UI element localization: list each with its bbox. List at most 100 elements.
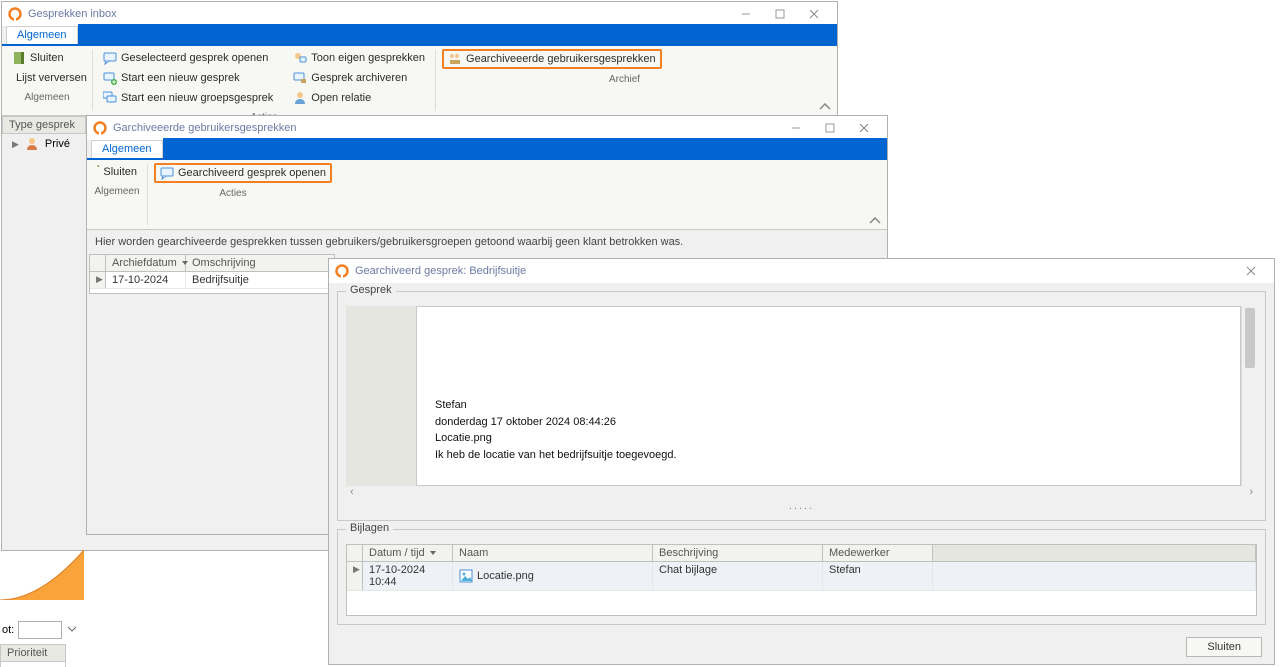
close-button[interactable] bbox=[847, 117, 881, 139]
column-header-prioriteit[interactable]: Prioriteit bbox=[0, 644, 66, 662]
group-label-archief: Archief bbox=[436, 72, 813, 88]
app-icon bbox=[93, 121, 107, 135]
gearchiveerde-gebruikersgesprekken-button[interactable]: Gearchiveeerde gebruikersgesprekken bbox=[442, 49, 662, 69]
label: Archiefdatum bbox=[112, 257, 177, 269]
column-header-beschrijving[interactable]: Beschrijving bbox=[653, 545, 823, 561]
label: Locatie.png bbox=[477, 570, 534, 582]
cell-datum-tijd: 17-10-2024 10:44 bbox=[363, 562, 453, 590]
sluiten-button[interactable]: Sluiten bbox=[8, 49, 86, 67]
chat-new-icon bbox=[103, 71, 117, 85]
decorative-arc bbox=[0, 550, 84, 600]
ribbon-tab-algemeen[interactable]: Algemeen bbox=[6, 26, 78, 44]
chat-open-icon bbox=[160, 166, 174, 180]
fieldset-bijlagen: Bijlagen Datum / tijd Naam Beschrijving … bbox=[337, 529, 1266, 625]
sidebar-item-prive[interactable]: ▶ Privé bbox=[2, 134, 86, 154]
sort-desc-icon bbox=[429, 549, 437, 557]
row-selector[interactable]: ▶ bbox=[347, 562, 363, 590]
label: Start een nieuw groepsgesprek bbox=[121, 92, 273, 104]
label: Gearchiveerd gesprek openen bbox=[178, 167, 326, 179]
scroll-left-icon[interactable]: ‹ bbox=[350, 486, 354, 500]
gearchiveerd-gesprek-openen-button[interactable]: Gearchiveerd gesprek openen bbox=[154, 163, 332, 183]
message-body: Stefan donderdag 17 oktober 2024 08:44:2… bbox=[416, 306, 1241, 486]
msg-author: Stefan bbox=[435, 397, 1222, 414]
close-door-icon bbox=[97, 165, 99, 179]
group-label-acties: Acties bbox=[148, 186, 318, 202]
chat-open-icon bbox=[103, 51, 117, 65]
attachments-grid[interactable]: Datum / tijd Naam Beschrijving Medewerke… bbox=[346, 544, 1257, 616]
vertical-scrollbar[interactable] bbox=[1241, 306, 1257, 486]
msg-timestamp: donderdag 17 oktober 2024 08:44:26 bbox=[435, 414, 1222, 431]
msg-filename: Locatie.png bbox=[435, 430, 1222, 447]
minimize-button[interactable] bbox=[779, 117, 813, 139]
row-selector[interactable]: ▶ bbox=[90, 272, 106, 288]
label: Open relatie bbox=[311, 92, 371, 104]
column-header-type-gesprek[interactable]: Type gesprek bbox=[2, 116, 86, 134]
cell-archiefdatum: 17-10-2024 bbox=[106, 272, 186, 288]
maximize-button[interactable] bbox=[813, 117, 847, 139]
open-relatie-button[interactable]: Open relatie bbox=[289, 89, 429, 107]
scroll-right-icon[interactable]: › bbox=[1249, 486, 1253, 500]
window-title: Gesprekken inbox bbox=[28, 8, 729, 20]
gesprek-archiveren-button[interactable]: Gesprek archiveren bbox=[289, 69, 429, 87]
archived-conversations-grid[interactable]: Archiefdatum Omschrijving ▶ 17-10-2024 B… bbox=[89, 254, 335, 294]
archive-users-icon bbox=[448, 52, 462, 66]
person-icon bbox=[293, 91, 307, 105]
label: Sluiten bbox=[103, 166, 137, 178]
label: Gesprek archiveren bbox=[311, 72, 407, 84]
column-filler bbox=[933, 545, 1256, 561]
window-archived-conversation-detail: Gearchiveerd gesprek: Bedrijfsuitje Gesp… bbox=[328, 258, 1275, 665]
start-nieuw-groepsgesprek-button[interactable]: Start een nieuw groepsgesprek bbox=[99, 89, 277, 107]
titlebar-arch-users[interactable]: Garchiveeerde gebruikersgesprekken bbox=[87, 116, 887, 140]
cell-medewerker: Stefan bbox=[823, 562, 933, 590]
fragment-inputs: ot: bbox=[0, 617, 82, 643]
ribbon-collapse-button[interactable] bbox=[863, 160, 887, 229]
ribbon-collapse-button[interactable] bbox=[813, 46, 837, 115]
scrollbar-thumb[interactable] bbox=[1245, 308, 1255, 368]
titlebar-detail[interactable]: Gearchiveerd gesprek: Bedrijfsuitje bbox=[329, 259, 1274, 283]
fragment-prioriteit: Prioriteit bbox=[0, 644, 66, 667]
cell-beschrijving: Chat bijlage bbox=[653, 562, 823, 590]
group-label-algemeen: Algemeen bbox=[87, 184, 147, 200]
ot-input[interactable] bbox=[18, 621, 62, 639]
maximize-button[interactable] bbox=[763, 3, 797, 25]
lijst-verversen-button[interactable]: Lijst verversen bbox=[8, 69, 86, 87]
row-selector-header bbox=[347, 545, 363, 561]
archive-chat-icon bbox=[293, 71, 307, 85]
column-header-naam[interactable]: Naam bbox=[453, 545, 653, 561]
label: Gearchiveeerde gebruikersgesprekken bbox=[466, 53, 656, 65]
app-icon bbox=[335, 264, 349, 278]
cell-naam: Locatie.png bbox=[453, 562, 653, 590]
row-selector-header bbox=[90, 255, 106, 271]
titlebar-inbox[interactable]: Gesprekken inbox bbox=[2, 2, 837, 26]
geselecteerd-gesprek-openen-button[interactable]: Geselecteerd gesprek openen bbox=[99, 49, 277, 67]
image-file-icon bbox=[459, 569, 473, 583]
column-header-omschrijving[interactable]: Omschrijving bbox=[186, 255, 335, 271]
ribbon-tab-strip bbox=[163, 138, 887, 158]
label: Privé bbox=[45, 138, 70, 150]
legend-bijlagen: Bijlagen bbox=[346, 522, 393, 534]
sluiten-button[interactable]: Sluiten bbox=[93, 163, 141, 181]
close-button[interactable] bbox=[797, 3, 831, 25]
column-header-archiefdatum[interactable]: Archiefdatum bbox=[106, 255, 186, 271]
column-header-medewerker[interactable]: Medewerker bbox=[823, 545, 933, 561]
sluiten-button[interactable]: Sluiten bbox=[1186, 637, 1262, 657]
label: Geselecteerd gesprek openen bbox=[121, 52, 268, 64]
toon-eigen-gesprekken-button[interactable]: Toon eigen gesprekken bbox=[289, 49, 429, 67]
label: Toon eigen gesprekken bbox=[311, 52, 425, 64]
horizontal-scrollbar[interactable]: ‹ › bbox=[346, 486, 1257, 500]
fieldset-gesprek: Gesprek Stefan donderdag 17 oktober 2024… bbox=[337, 291, 1266, 521]
msg-text: Ik heb de locatie van het bedrijfsuitje … bbox=[435, 447, 1222, 464]
ot-label: ot: bbox=[2, 624, 14, 636]
ribbon-tab-algemeen[interactable]: Algemeen bbox=[91, 140, 163, 158]
minimize-button[interactable] bbox=[729, 3, 763, 25]
column-header-datum-tijd[interactable]: Datum / tijd bbox=[363, 545, 453, 561]
help-text: Hier worden gearchiveerde gesprekken tus… bbox=[87, 230, 887, 254]
table-row[interactable]: ▶ 17-10-2024 Bedrijfsuitje bbox=[90, 272, 335, 289]
label: Sluiten bbox=[30, 52, 64, 64]
table-row[interactable]: ▶ 17-10-2024 10:44 Locatie.png Chat bijl… bbox=[347, 562, 1256, 591]
start-nieuw-gesprek-button[interactable]: Start een nieuw gesprek bbox=[99, 69, 277, 87]
message-gutter bbox=[346, 306, 416, 486]
dropdown-icon[interactable] bbox=[66, 623, 80, 637]
resize-grip[interactable]: ..... bbox=[346, 500, 1257, 512]
close-button[interactable] bbox=[1234, 260, 1268, 282]
